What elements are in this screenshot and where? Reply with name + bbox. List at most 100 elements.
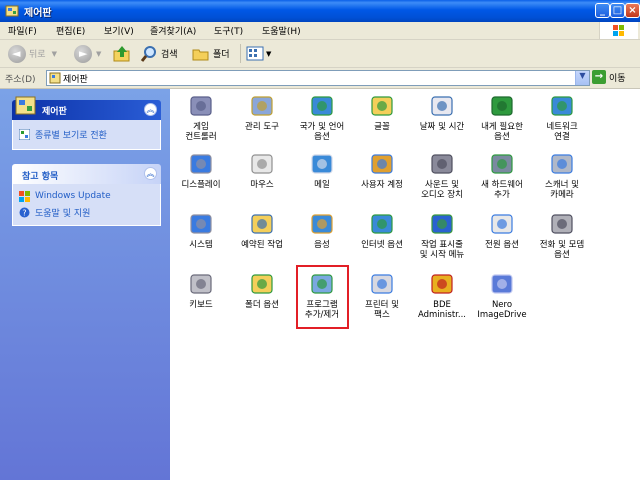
control-panel-item[interactable]: 작업 표시줄 및 시작 메뉴 xyxy=(413,210,471,260)
control-panel-icon xyxy=(15,96,36,115)
control-panel-item-label: 디스플레이 xyxy=(181,180,221,190)
switch-category-view-label: 종류별 보기로 전환 xyxy=(35,130,107,141)
help-support-link[interactable]: ? 도움말 및 지원 xyxy=(13,204,160,220)
control-panel-item[interactable]: 메일 xyxy=(293,150,351,190)
views-dropdown-icon[interactable]: ▼ xyxy=(266,50,271,58)
control-panel-item[interactable]: 인터넷 옵션 xyxy=(353,210,411,250)
folders-label: 폴더 xyxy=(213,50,230,60)
control-panel-item-label: Nero ImageDrive xyxy=(477,300,527,320)
control-panel-item[interactable]: 프린터 및 팩스 xyxy=(353,270,411,320)
search-button[interactable]: 검색 xyxy=(140,43,178,64)
toolbar: ◄ 뒤로 ▼ ► ▼ 검색 폴더 ▼ xyxy=(0,40,640,68)
control-panel-item[interactable]: 스캐너 및 카메라 xyxy=(533,150,591,200)
see-also-group-header[interactable]: 참고 항목 ︽ xyxy=(12,164,161,184)
control-panel-item-label: 인터넷 옵션 xyxy=(361,240,403,250)
views-button[interactable]: ▼ xyxy=(246,43,271,64)
forward-arrow-icon: ► xyxy=(74,44,92,63)
clock-icon xyxy=(428,92,456,120)
task-pane: 제어판 ︽ 종류별 보기로 전환 참고 항목 ︽ Windows Update … xyxy=(0,89,170,480)
see-also-group-title: 참고 항목 xyxy=(22,172,59,182)
selection-highlight xyxy=(296,265,349,329)
control-panel-item-label: 폴더 옵션 xyxy=(245,300,279,310)
control-panel-item[interactable]: BDE Administr... xyxy=(413,270,471,320)
address-dropdown-icon[interactable]: ▼ xyxy=(575,71,589,85)
collapse-chevron-icon[interactable]: ︽ xyxy=(144,167,157,180)
category-view-icon xyxy=(19,128,30,140)
views-icon xyxy=(246,46,264,60)
control-panel-item[interactable]: 내게 필요한 옵션 xyxy=(473,92,531,142)
back-arrow-icon: ◄ xyxy=(8,44,26,63)
control-panel-item[interactable]: Nero ImageDrive xyxy=(473,270,531,320)
switch-category-view-link[interactable]: 종류별 보기로 전환 xyxy=(13,126,160,142)
control-panel-item-label: 시스템 xyxy=(189,240,213,250)
collapse-chevron-icon[interactable]: ︽ xyxy=(144,103,157,116)
address-bar: 주소(D) 제어판 ▼ → 이동 xyxy=(0,68,640,89)
up-button[interactable] xyxy=(112,43,132,64)
control-panel-item[interactable]: 전화 및 모뎀 옵션 xyxy=(533,210,591,260)
control-panel-item[interactable]: 예약된 작업 xyxy=(233,210,291,250)
windows-update-label: Windows Update xyxy=(35,191,111,201)
go-arrow-icon: → xyxy=(592,70,606,84)
toolbar-separator xyxy=(240,44,241,63)
menu-view[interactable]: 보기(V) xyxy=(104,24,134,37)
mouse-icon xyxy=(248,150,276,178)
power-icon xyxy=(488,210,516,238)
system-icon xyxy=(187,210,215,238)
back-dropdown-icon[interactable]: ▼ xyxy=(52,50,57,58)
control-panel-group: 제어판 ︽ 종류별 보기로 전환 xyxy=(12,96,161,150)
menu-tools[interactable]: 도구(T) xyxy=(214,24,243,37)
control-panel-item[interactable]: 전원 옵션 xyxy=(473,210,531,250)
bde-admin-icon xyxy=(428,270,456,298)
menu-favorites[interactable]: 즐겨찾기(A) xyxy=(150,24,196,37)
maximize-button[interactable]: □ xyxy=(610,3,625,18)
search-icon xyxy=(140,45,156,62)
folder-up-icon xyxy=(113,45,130,61)
menu-edit[interactable]: 편집(E) xyxy=(56,24,85,37)
control-panel-item[interactable]: 날짜 및 시간 xyxy=(413,92,471,132)
control-panel-group-header[interactable]: 제어판 ︽ xyxy=(12,96,161,120)
mail-icon xyxy=(308,150,336,178)
go-label: 이동 xyxy=(609,73,626,84)
control-panel-item[interactable]: 사용자 계정 xyxy=(353,150,411,190)
back-label: 뒤로 xyxy=(29,50,46,60)
forward-button[interactable]: ► ▼ xyxy=(74,43,101,64)
back-button[interactable]: ◄ 뒤로 ▼ xyxy=(8,43,57,64)
control-panel-item[interactable]: 사운드 및 오디오 장치 xyxy=(413,150,471,200)
close-button[interactable]: × xyxy=(625,3,640,18)
menu-help[interactable]: 도움말(H) xyxy=(262,24,301,37)
accessibility-icon xyxy=(488,92,516,120)
internet-options-icon xyxy=(368,210,396,238)
control-panel-item[interactable]: 새 하드웨어 추가 xyxy=(473,150,531,200)
control-panel-item[interactable]: 네트워크 연결 xyxy=(533,92,591,142)
control-panel-item[interactable]: 키보드 xyxy=(172,270,230,310)
control-panel-item[interactable]: 음성 xyxy=(293,210,351,250)
control-panel-item-label: 작업 표시줄 및 시작 메뉴 xyxy=(419,240,465,260)
help-support-label: 도움말 및 지원 xyxy=(35,208,91,219)
see-also-group: 참고 항목 ︽ Windows Update ? 도움말 및 지원 xyxy=(12,164,161,226)
control-panel-item[interactable]: 시스템 xyxy=(172,210,230,250)
control-panel-item[interactable]: 디스플레이 xyxy=(172,150,230,190)
printer-icon xyxy=(368,270,396,298)
control-panel-item-label: 관리 도구 xyxy=(245,122,279,132)
control-panel-item-label: 사운드 및 오디오 장치 xyxy=(421,180,463,200)
control-panel-item[interactable]: 게임 컨트롤러 xyxy=(172,92,230,142)
title-bar[interactable]: 제어판 _ □ × xyxy=(0,0,640,22)
control-panel-item[interactable]: 폴더 옵션 xyxy=(233,270,291,310)
folder-options-icon xyxy=(248,270,276,298)
control-panel-item[interactable]: 글꼴 xyxy=(353,92,411,132)
go-button[interactable]: → 이동 xyxy=(592,70,626,84)
control-panel-item[interactable]: 마우스 xyxy=(233,150,291,190)
folders-button[interactable]: 폴더 xyxy=(192,43,230,64)
control-panel-item-label: 날짜 및 시간 xyxy=(419,122,465,132)
control-panel-item[interactable]: 국가 및 언어 옵션 xyxy=(293,92,351,142)
address-input[interactable]: 제어판 ▼ xyxy=(46,70,590,86)
control-panel-item[interactable]: 관리 도구 xyxy=(233,92,291,132)
forward-dropdown-icon[interactable]: ▼ xyxy=(96,50,101,58)
minimize-button[interactable]: _ xyxy=(595,3,610,18)
control-panel-item-label: 메일 xyxy=(314,180,330,190)
menu-file[interactable]: 파일(F) xyxy=(8,24,37,37)
control-panel-group-title: 제어판 xyxy=(42,107,67,117)
windows-update-link[interactable]: Windows Update xyxy=(13,188,160,204)
scheduled-tasks-icon xyxy=(248,210,276,238)
control-panel-item-label: 프린터 및 팩스 xyxy=(365,300,399,320)
